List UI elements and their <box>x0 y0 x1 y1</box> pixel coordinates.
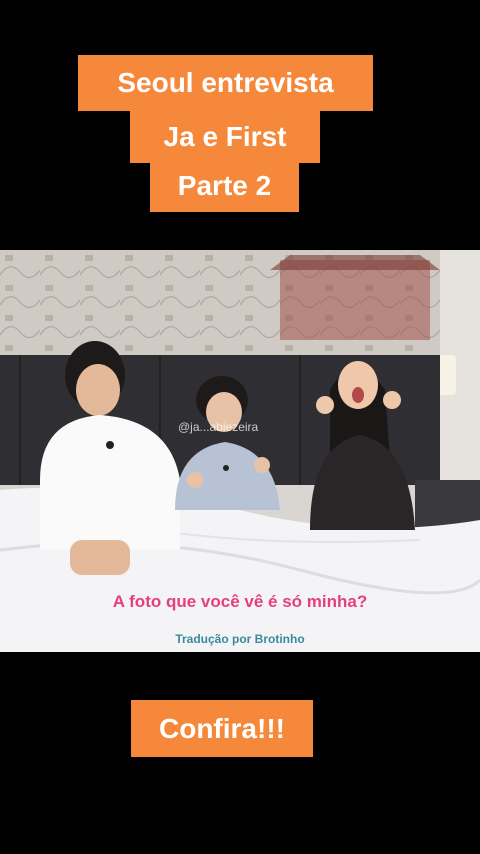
title-line-1: Seoul entrevista <box>78 55 373 111</box>
title-line-2: Ja e First <box>130 110 320 163</box>
cta-banner: Confira!!! <box>131 700 313 757</box>
title-line-3: Parte 2 <box>150 160 299 212</box>
translation-credit: Tradução por Brotinho <box>175 632 305 646</box>
reel-frame: Seoul entrevista Ja e First Parte 2 @ja.… <box>0 0 480 854</box>
video-subtitle: A foto que você vê é só minha? <box>112 592 368 611</box>
video-watermark: @ja...abiezeira <box>178 420 259 434</box>
